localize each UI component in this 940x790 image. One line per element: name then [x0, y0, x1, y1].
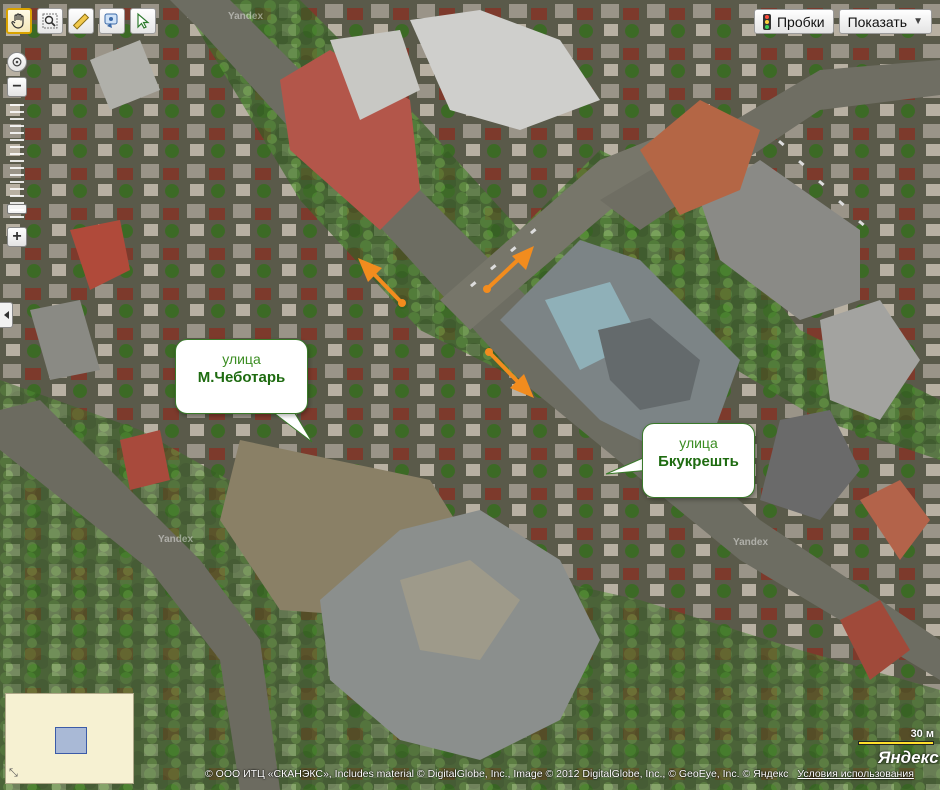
- hand-tool-button[interactable]: [6, 8, 32, 34]
- zoom-tick: [10, 195, 24, 197]
- terms-link[interactable]: Условия использования: [797, 768, 914, 780]
- zoom-in-button[interactable]: +: [7, 227, 27, 247]
- zoom-tick: [10, 132, 24, 134]
- street-callout: улица Бкукрешть: [642, 423, 755, 498]
- zoom-out-button[interactable]: −: [7, 77, 27, 97]
- hand-icon: [11, 13, 24, 29]
- show-layers-dropdown[interactable]: Показать ▼: [838, 9, 932, 34]
- crosshair-icon: [12, 57, 22, 67]
- zoom-slider[interactable]: [7, 100, 27, 224]
- scale-line: [858, 741, 934, 745]
- scale-bar: 30 м: [858, 728, 934, 745]
- magnifier-tool-button[interactable]: [37, 8, 63, 34]
- map-edit-tool-button[interactable]: [99, 8, 125, 34]
- copyright-text: © ООО ИТЦ «СКАНЭКС», Includes material ©…: [205, 768, 789, 780]
- scale-text: 30 м: [910, 728, 934, 740]
- zoom-tick: [10, 153, 24, 155]
- zoom-tick: [10, 174, 24, 176]
- zoom-tick: [10, 118, 24, 120]
- traffic-light-icon: [762, 13, 771, 30]
- street-callout: улица М.Чеботарь: [175, 339, 308, 414]
- zoom-tick: [10, 167, 24, 169]
- ruler-tool-button[interactable]: [68, 8, 94, 34]
- zoom-control: − +: [7, 52, 29, 247]
- traffic-label: Пробки: [776, 13, 825, 30]
- map-edit-icon: [104, 13, 118, 28]
- zoom-tick: [10, 104, 24, 106]
- collapse-panel-button[interactable]: [0, 302, 13, 328]
- zoom-tick: [10, 216, 24, 218]
- satellite-map[interactable]: [0, 0, 940, 790]
- watermark: Yandex: [158, 534, 194, 545]
- copyright-bar: © ООО ИТЦ «СКАНЭКС», Includes material ©…: [205, 768, 935, 784]
- map-toolbar: [6, 8, 156, 34]
- overview-minimap[interactable]: ⤡: [5, 693, 134, 784]
- callout-street-name: Бкукрешть: [658, 453, 739, 470]
- callout-label: улица: [679, 435, 718, 451]
- zoom-tick: [10, 209, 24, 211]
- zoom-tick: [10, 146, 24, 148]
- locate-button[interactable]: [7, 52, 27, 72]
- zoom-tick: [10, 181, 24, 183]
- yandex-logo: Яндекс: [878, 748, 939, 767]
- minimap-viewport[interactable]: [55, 727, 87, 754]
- watermark: Yandex: [733, 537, 769, 548]
- map-controls: Пробки Показать ▼: [753, 9, 932, 34]
- zoom-tick: [10, 111, 24, 113]
- show-label: Показать: [847, 13, 908, 30]
- zoom-tick: [10, 202, 24, 204]
- cursor-icon: [137, 12, 150, 29]
- zoom-tick: [10, 139, 24, 141]
- magnifier-icon: [42, 13, 58, 29]
- zoom-tick: [10, 188, 24, 190]
- callout-street-name: М.Чеботарь: [197, 369, 286, 386]
- cursor-tool-button[interactable]: [130, 8, 156, 34]
- zoom-tick: [10, 160, 24, 162]
- chevron-down-icon: ▼: [913, 16, 923, 27]
- traffic-button[interactable]: Пробки: [753, 9, 834, 34]
- watermark: Yandex: [228, 11, 264, 22]
- ruler-icon: [72, 13, 90, 30]
- zoom-tick: [10, 125, 24, 127]
- callout-label: улица: [222, 351, 261, 367]
- resize-arrow-icon[interactable]: ⤡: [9, 767, 18, 780]
